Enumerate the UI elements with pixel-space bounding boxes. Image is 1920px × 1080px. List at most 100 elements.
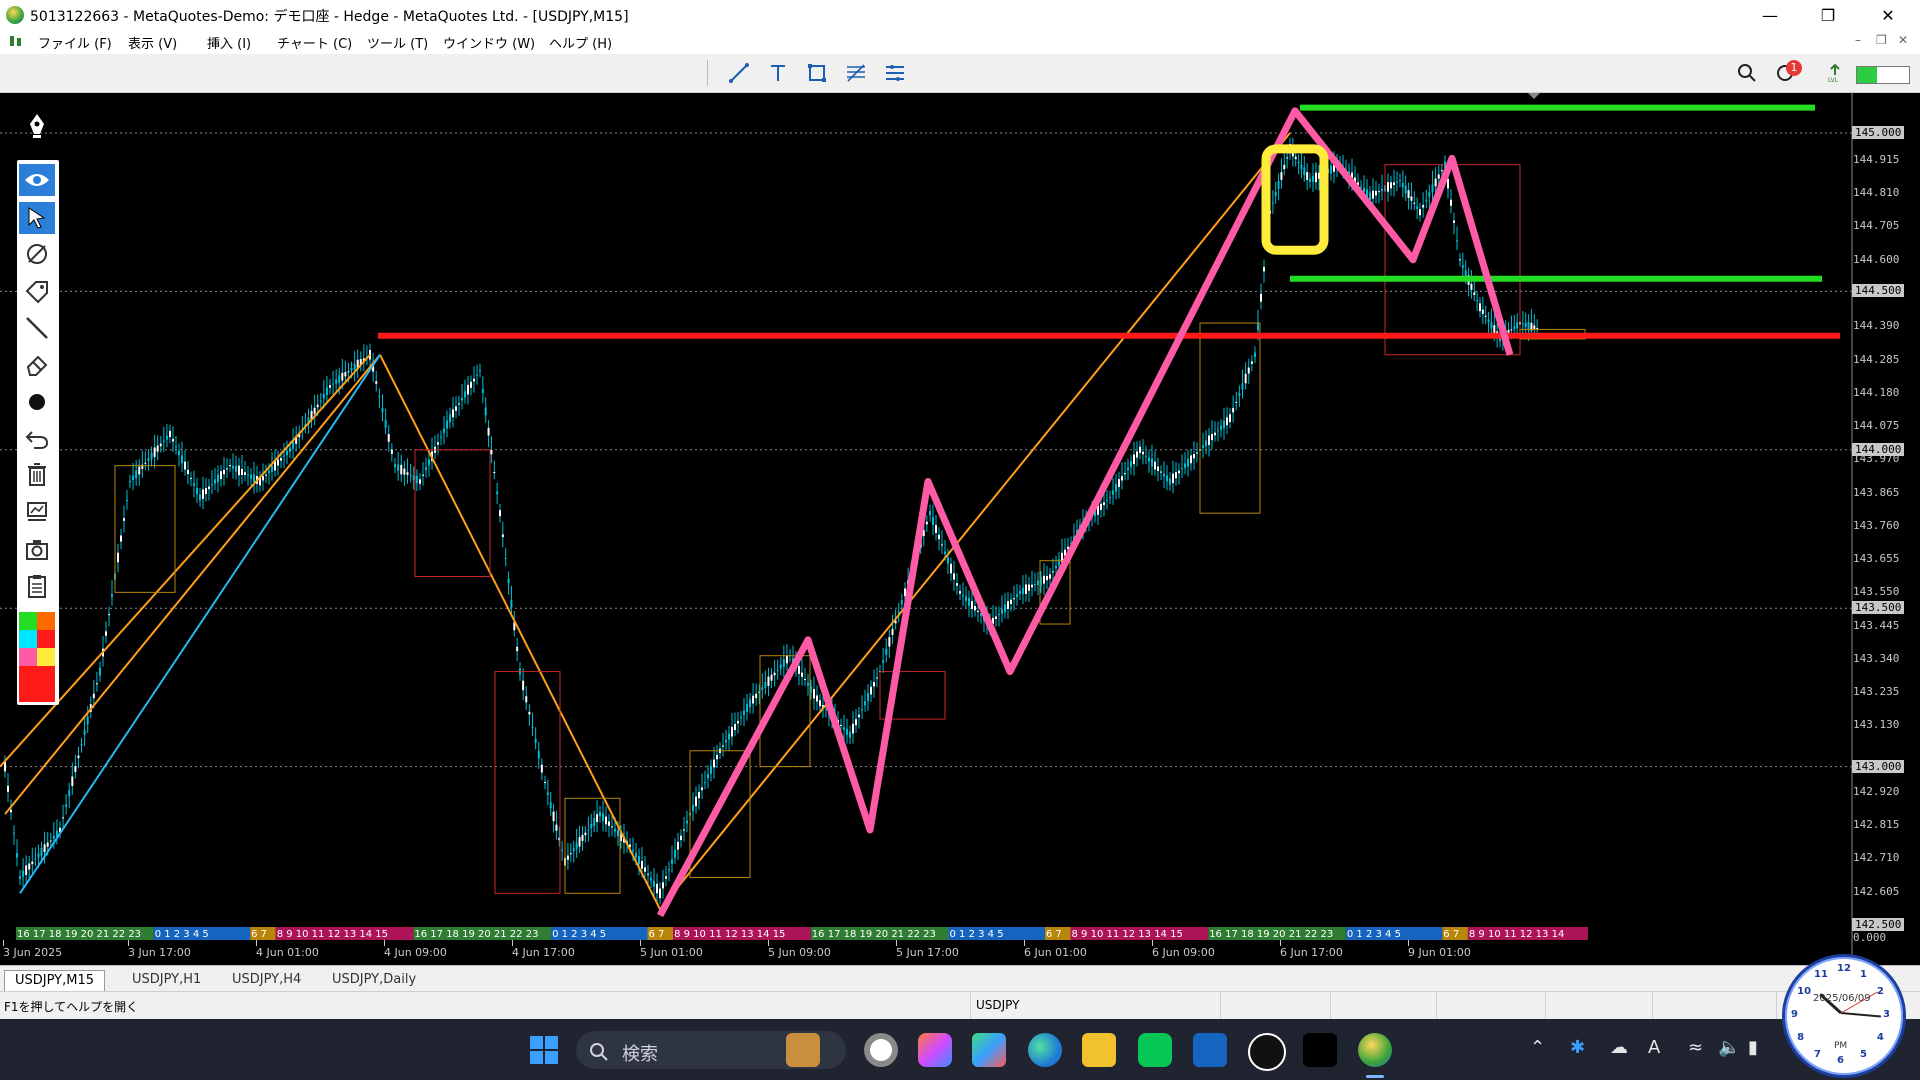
outlook-icon[interactable] — [1193, 1033, 1227, 1067]
candle-body — [764, 681, 767, 688]
signal-level-icon[interactable]: LVL — [1822, 60, 1848, 86]
channel-tool-icon[interactable] — [882, 60, 908, 86]
visibility-eye-icon[interactable] — [19, 164, 55, 196]
clipboard-icon[interactable] — [19, 570, 55, 602]
candle-body — [211, 484, 213, 486]
edge-browser-icon[interactable] — [1028, 1033, 1062, 1067]
menu-bar: ファイル (F) 表示 (V) 挿入 (I) チャート (C) ツール (T) … — [0, 30, 1920, 54]
toolbar: LVL — [0, 54, 1920, 93]
tag-tool-icon[interactable] — [19, 276, 55, 308]
candle-body — [406, 472, 409, 475]
no-magnet-icon[interactable] — [19, 238, 55, 270]
candle-body — [510, 599, 513, 608]
child-minimize-icon[interactable]: – — [1855, 33, 1861, 47]
tab-usdjpy-daily[interactable]: USDJPY,Daily — [322, 970, 426, 990]
onedrive-icon[interactable]: ☁ — [1610, 1037, 1628, 1058]
windows-start-icon[interactable] — [527, 1033, 561, 1067]
color-swatch-orange[interactable] — [37, 612, 55, 630]
candle-body — [338, 375, 341, 384]
color-swatch-green[interactable] — [19, 612, 37, 630]
fibonacci-tool-icon[interactable] — [843, 60, 869, 86]
color-swatch-cyan[interactable] — [19, 630, 37, 648]
dot-tool-icon[interactable] — [19, 386, 55, 418]
child-restore-icon[interactable]: ❐ — [1876, 33, 1887, 47]
file-explorer-icon[interactable] — [1082, 1033, 1116, 1067]
minimize-button[interactable]: — — [1742, 0, 1798, 30]
text-tool-icon[interactable] — [765, 60, 791, 86]
camera-icon[interactable] — [19, 534, 55, 566]
candle-body — [487, 427, 490, 436]
candle-body — [350, 368, 353, 371]
candle-body — [1422, 204, 1425, 208]
undo-icon[interactable] — [19, 422, 55, 454]
candle-body — [1148, 457, 1150, 462]
menu-tools[interactable]: ツール (T) — [367, 33, 428, 52]
menu-insert[interactable]: 挿入 (I) — [207, 33, 251, 52]
wifi-icon[interactable]: ≈ — [1688, 1037, 1703, 1058]
chart-template-icon[interactable] — [19, 496, 55, 528]
color-swatch-yellow[interactable] — [37, 648, 55, 666]
chart-canvas[interactable]: 16 17 18 19 20 21 22 23 0 1 2 3 4 5 6 7 8 9… — [0, 93, 1920, 965]
metatrader-taskbar-icon[interactable] — [1358, 1033, 1392, 1067]
price-axis-label: 143.235 — [1853, 685, 1900, 699]
menu-chart[interactable]: チャート (C) — [277, 33, 352, 52]
candle-body — [843, 727, 845, 730]
candle-body — [1010, 599, 1012, 605]
search-highlight-icon[interactable] — [786, 1033, 820, 1067]
pen-app-icon[interactable] — [1248, 1033, 1286, 1071]
candle-body — [947, 557, 949, 564]
ime-icon[interactable]: A — [1648, 1037, 1660, 1058]
current-color-swatch[interactable] — [19, 666, 55, 702]
price-chart[interactable]: 16 17 18 19 20 21 22 23 0 1 2 3 4 5 6 7 8 9… — [0, 93, 1920, 965]
candle-body — [325, 387, 328, 396]
pen-tool-icon[interactable] — [19, 110, 55, 142]
copilot-icon[interactable] — [918, 1033, 952, 1067]
trash-icon[interactable] — [19, 458, 55, 490]
rectangle-tool-icon[interactable] — [804, 60, 830, 86]
menu-file[interactable]: ファイル (F) — [38, 33, 112, 52]
close-button[interactable]: ✕ — [1860, 0, 1916, 30]
line-app-icon[interactable] — [1138, 1033, 1172, 1067]
child-close-icon[interactable]: ✕ — [1898, 33, 1908, 47]
tab-usdjpy-m15[interactable]: USDJPY,M15 — [4, 970, 105, 991]
menu-view[interactable]: 表示 (V) — [128, 33, 177, 52]
candle-body — [253, 474, 255, 483]
search-icon[interactable] — [1734, 60, 1760, 86]
metatrader-app-icon — [6, 6, 24, 24]
candle-body — [813, 688, 815, 699]
menu-window[interactable]: ウインドウ (W) — [443, 33, 535, 52]
photos-icon[interactable] — [972, 1033, 1006, 1067]
tab-usdjpy-h4[interactable]: USDJPY,H4 — [222, 970, 311, 990]
candle-body — [455, 406, 457, 411]
candle-body — [1142, 451, 1144, 455]
candle-body — [217, 474, 219, 483]
candle-body — [277, 459, 279, 466]
battery-icon[interactable]: ▮ — [1748, 1037, 1758, 1058]
candle-body — [1387, 182, 1389, 192]
bluetooth-icon[interactable]: ✱ — [1570, 1037, 1585, 1058]
candle-body — [1447, 178, 1449, 189]
clock-app-icon[interactable] — [864, 1033, 898, 1067]
candle-body — [1052, 571, 1054, 573]
line-tool-icon[interactable] — [19, 312, 55, 344]
select-cursor-icon[interactable] — [19, 202, 55, 234]
trendline-tool-icon[interactable] — [726, 60, 752, 86]
candle-body — [953, 573, 955, 580]
speaker-muted-icon[interactable]: 🔈 — [1718, 1037, 1740, 1058]
candle-body — [941, 544, 943, 546]
candle-body — [522, 680, 525, 691]
color-swatch-red[interactable] — [37, 630, 55, 648]
candle-body — [546, 792, 549, 796]
candle-body — [490, 449, 493, 455]
color-swatch-pink[interactable] — [19, 648, 37, 666]
candle-body — [1521, 323, 1524, 325]
candle-body — [1263, 267, 1265, 272]
eraser-icon[interactable] — [19, 348, 55, 380]
restore-button[interactable]: ❐ — [1800, 0, 1856, 30]
candle-body — [641, 860, 643, 869]
xm-trading-icon[interactable] — [1303, 1033, 1337, 1067]
tab-usdjpy-h1[interactable]: USDJPY,H1 — [122, 970, 211, 990]
candle-body — [458, 403, 460, 405]
tray-expand-icon[interactable]: ⌃ — [1530, 1037, 1545, 1058]
menu-help[interactable]: ヘルプ (H) — [549, 33, 612, 52]
